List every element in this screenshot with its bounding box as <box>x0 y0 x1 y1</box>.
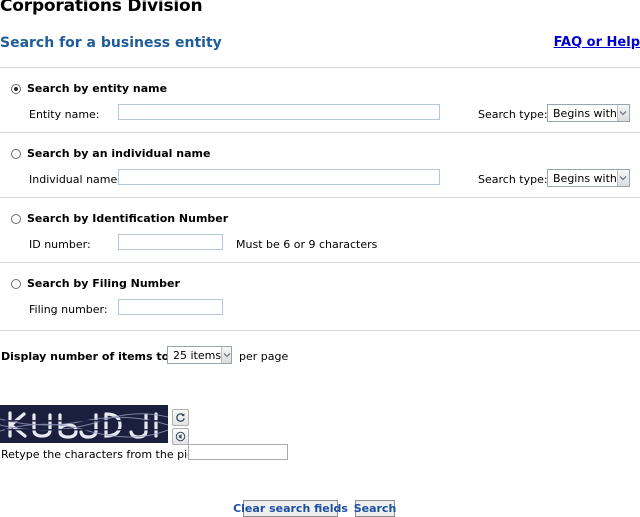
faq-or-help-link[interactable]: FAQ or Help <box>554 35 640 50</box>
entity-search-type-value: Begins with <box>553 106 617 120</box>
individual-search-type-select[interactable]: Begins with <box>547 169 630 187</box>
individual-name-input[interactable] <box>118 169 440 185</box>
radio-entity-name[interactable] <box>11 84 21 94</box>
divider-4 <box>0 330 640 331</box>
individual-name-label: Individual name: <box>29 173 121 186</box>
chevron-down-icon <box>221 347 231 363</box>
page-title: Corporations Division <box>0 0 203 16</box>
chevron-down-icon <box>616 170 629 186</box>
divider-3 <box>0 262 640 263</box>
captcha-audio-button[interactable] <box>172 428 189 445</box>
entity-name-label: Entity name: <box>29 108 100 121</box>
captcha-retype-input[interactable] <box>188 444 288 460</box>
entity-search-type-label: Search type: <box>478 108 548 121</box>
radio-filing-number[interactable] <box>11 279 21 289</box>
refresh-icon <box>175 412 186 423</box>
filing-number-label: Filing number: <box>29 303 108 316</box>
search-button-label: Search <box>353 502 397 515</box>
individual-search-type-value: Begins with <box>553 171 617 185</box>
id-number-hint: Must be 6 or 9 characters <box>236 238 378 251</box>
search-option-label-entity-name: Search by entity name <box>27 82 168 95</box>
captcha-image <box>0 405 168 443</box>
search-button[interactable]: Search <box>353 500 397 517</box>
clear-search-fields-button[interactable]: Clear search fields <box>233 500 348 517</box>
captcha-refresh-button[interactable] <box>172 409 189 426</box>
clear-search-fields-label: Clear search fields <box>233 502 348 515</box>
captcha-retype-label: Retype the characters from the picture: <box>1 448 220 461</box>
divider-top <box>0 67 640 68</box>
divider-1 <box>0 132 640 133</box>
display-items-select[interactable]: 25 items <box>167 346 232 364</box>
search-option-label-filing-number: Search by Filing Number <box>27 277 180 290</box>
radio-identification-number[interactable] <box>11 214 21 224</box>
divider-2 <box>0 197 640 198</box>
section-heading: Search for a business entity <box>0 35 222 51</box>
display-items-suffix: per page <box>239 350 289 363</box>
entity-name-input[interactable] <box>118 104 440 120</box>
id-number-label: ID number: <box>29 238 91 251</box>
entity-search-type-select[interactable]: Begins with <box>547 104 630 122</box>
individual-search-type-label: Search type: <box>478 173 548 186</box>
chevron-down-icon <box>616 105 629 121</box>
search-option-label-identification-number: Search by Identification Number <box>27 212 229 225</box>
radio-individual-name[interactable] <box>11 149 21 159</box>
search-option-label-individual-name: Search by an individual name <box>27 147 211 160</box>
audio-icon <box>175 431 186 442</box>
display-items-value: 25 items <box>173 348 222 362</box>
id-number-input[interactable] <box>118 234 223 250</box>
filing-number-input[interactable] <box>118 299 223 315</box>
